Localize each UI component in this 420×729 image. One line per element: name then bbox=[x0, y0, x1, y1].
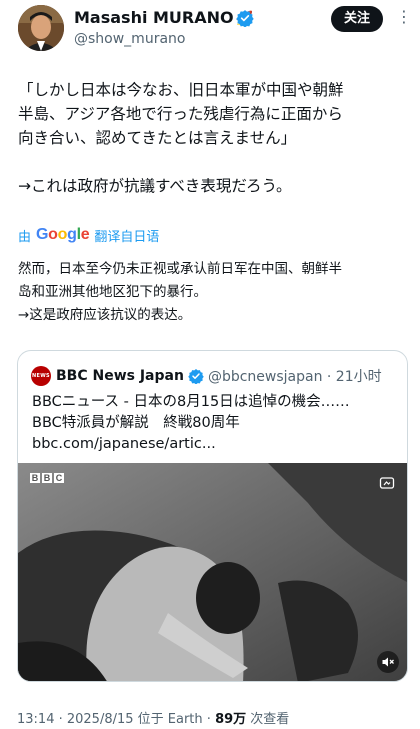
verified-badge-icon bbox=[236, 10, 254, 27]
quoted-link[interactable]: bbc.com/japanese/artic... bbox=[32, 434, 397, 455]
tweet-metadata: 13:14 · 2025/8/15 位于 Earth · 89万 次查看 bbox=[17, 708, 289, 727]
quoted-tweet-text: BBCニュース - 日本の8月15日は追悼の機会…… BBC特派員が解説 終戦8… bbox=[32, 392, 397, 455]
translated-line: 然而，日本至今仍未正视或承认前日军在中国、朝鲜半 bbox=[18, 261, 342, 277]
media-expand-icon[interactable] bbox=[379, 475, 395, 491]
quoted-line: BBCニュース - 日本の8月15日は追悼の機会…… bbox=[32, 394, 350, 410]
tweet-line: →これは政府が抗議すべき表現だろう。 bbox=[18, 177, 292, 195]
view-count-label: 次查看 bbox=[250, 712, 290, 727]
quoted-handle-time: @bbcnewsjapan · 21小时 bbox=[207, 369, 382, 385]
author-name[interactable]: Masashi MURANO🚀 bbox=[74, 8, 253, 27]
translated-line: 岛和亚洲其他地区犯下的暴行。 bbox=[18, 284, 207, 300]
quoted-video[interactable]: BBC bbox=[18, 463, 407, 681]
google-logo: Google bbox=[36, 226, 90, 243]
more-options-icon[interactable]: ⋮ bbox=[394, 6, 414, 30]
video-thumbnail bbox=[18, 463, 407, 681]
tweet-line: 「しかし日本は今なお、旧日本軍が中国や朝鮮 bbox=[18, 81, 344, 99]
verified-badge-icon bbox=[188, 369, 204, 384]
translate-prefix: 由 bbox=[18, 229, 32, 245]
tweet-text: 「しかし日本は今なお、旧日本軍が中国や朝鮮 半島、アジア各地で行った残虐行為に正… bbox=[18, 78, 413, 198]
author-handle[interactable]: @show_murano bbox=[74, 31, 185, 47]
tweet-line: 向き合い、認めてきたとは言えません」 bbox=[18, 129, 297, 147]
translation-attribution[interactable]: 由 Google 翻译自日语 bbox=[18, 225, 159, 245]
translated-line: →这是政府应该抗议的表达。 bbox=[18, 307, 192, 323]
tweet-line: 半島、アジア各地で行った残虐行為に正面から bbox=[18, 105, 343, 123]
author-name-text: Masashi MURANO bbox=[74, 8, 234, 27]
view-count: 89万 bbox=[215, 712, 247, 727]
timestamp-location: 13:14 · 2025/8/15 位于 Earth · bbox=[17, 712, 211, 727]
bbc-watermark: BBC bbox=[30, 473, 64, 483]
quoted-tweet-card[interactable]: NEWS BBC News Japan @bbcnewsjapan · 21小时… bbox=[17, 350, 408, 682]
quoted-line: BBC特派員が解説 終戦80周年 bbox=[32, 415, 240, 431]
mute-button[interactable] bbox=[377, 651, 399, 673]
quoted-author-name[interactable]: BBC News Japan bbox=[56, 368, 184, 384]
tweet-header: Masashi MURANO🚀 @show_murano 关注 ⋮ bbox=[0, 0, 420, 64]
translate-action: 翻译自日语 bbox=[94, 229, 160, 245]
speaker-muted-icon bbox=[382, 657, 394, 667]
follow-button[interactable]: 关注 bbox=[331, 6, 383, 32]
bbc-news-avatar[interactable]: NEWS bbox=[31, 366, 51, 386]
translated-text: 然而，日本至今仍未正视或承认前日军在中国、朝鲜半 岛和亚洲其他地区犯下的暴行。 … bbox=[18, 258, 413, 327]
avatar[interactable] bbox=[18, 5, 64, 51]
quoted-tweet-header: NEWS BBC News Japan @bbcnewsjapan · 21小时 bbox=[31, 366, 382, 386]
